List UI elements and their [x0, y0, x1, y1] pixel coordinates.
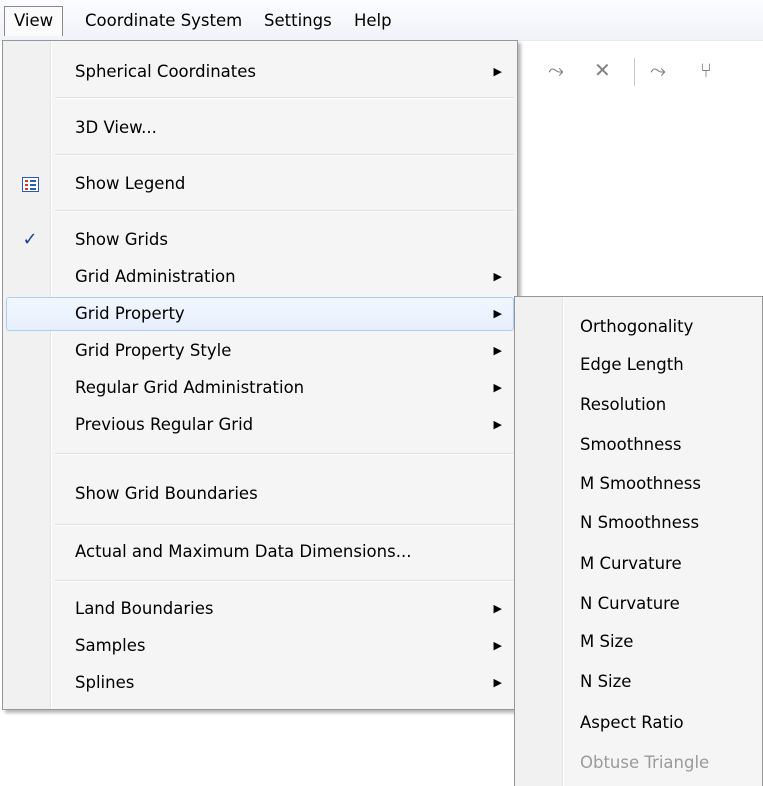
menu-help[interactable]: Help [345, 7, 401, 35]
menu-item-samples[interactable]: Samples ▶ [6, 629, 514, 663]
menu-item-land-boundaries[interactable]: Land Boundaries ▶ [6, 592, 514, 626]
menu-item-label: Previous Regular Grid [75, 415, 254, 434]
menu-item-label: Samples [75, 636, 146, 655]
menu-settings[interactable]: Settings [255, 7, 341, 35]
grid-property-submenu: Orthogonality Edge Length Resolution Smooth… [514, 296, 763, 786]
menu-item-grid-property-style[interactable]: Grid Property Style ▶ [6, 334, 514, 368]
submenu-arrow-icon: ▶ [493, 381, 502, 394]
submenu-item-edge-length[interactable]: Edge Length [518, 348, 759, 382]
submenu-item-label: N Curvature [580, 594, 680, 613]
submenu-item-m-curvature[interactable]: M Curvature [518, 547, 759, 581]
submenu-arrow-icon: ▶ [493, 270, 502, 283]
checkmark-icon: ✓ [22, 229, 38, 250]
menu-coordinate-system[interactable]: Coordinate System [76, 7, 251, 35]
menu-item-label: Splines [75, 673, 135, 692]
submenu-item-label: Obtuse Triangle [580, 753, 710, 772]
submenu-item-label: Orthogonality [580, 317, 694, 336]
submenu-item-orthogonality[interactable]: Orthogonality [518, 310, 759, 344]
submenu-item-label: M Size [580, 632, 634, 651]
submenu-item-label: Resolution [580, 395, 667, 414]
submenu-arrow-icon: ▶ [493, 602, 502, 615]
legend-icon [22, 177, 39, 192]
submenu-item-label: N Size [580, 672, 632, 691]
toolbar: ⤳ ✕ ⤳ ⑂ [520, 48, 763, 108]
submenu-arrow-icon: ▶ [493, 639, 502, 652]
menu-item-show-legend[interactable]: Show Legend [6, 167, 514, 201]
menu-item-actual-max-dimensions[interactable]: Actual and Maximum Data Dimensions... [6, 535, 514, 569]
menu-item-previous-regular-grid[interactable]: Previous Regular Grid ▶ [6, 408, 514, 442]
menu-item-grid-administration[interactable]: Grid Administration ▶ [6, 260, 514, 294]
menu-item-label: Show Grids [75, 230, 168, 249]
menu-separator [55, 97, 514, 99]
delete-node-icon[interactable]: ✕ [594, 58, 611, 82]
menu-item-label: 3D View... [75, 118, 157, 137]
menu-bar: View Coordinate System Settings Help [0, 0, 763, 41]
node-icon[interactable]: ⤳ [548, 58, 564, 82]
submenu-arrow-icon: ▶ [493, 65, 502, 78]
menu-separator [55, 580, 514, 582]
submenu-item-label: Aspect Ratio [580, 713, 684, 732]
menu-view[interactable]: View [4, 6, 64, 36]
menu-separator [55, 453, 514, 455]
submenu-item-n-curvature[interactable]: N Curvature [518, 587, 759, 621]
submenu-item-n-size[interactable]: N Size [518, 665, 759, 699]
node-icon[interactable]: ⤳ [650, 58, 666, 82]
menu-item-show-grid-boundaries[interactable]: Show Grid Boundaries [6, 477, 514, 511]
submenu-item-m-smoothness[interactable]: M Smoothness [518, 467, 759, 501]
menu-separator [55, 210, 514, 212]
menu-item-3d-view[interactable]: 3D View... [6, 111, 514, 145]
menu-item-grid-property[interactable]: Grid Property ▶ [6, 297, 514, 331]
menu-item-label: Land Boundaries [75, 599, 214, 618]
menu-item-label: Spherical Coordinates [75, 62, 256, 81]
menu-item-spherical-coordinates[interactable]: Spherical Coordinates ▶ [6, 55, 514, 89]
submenu-item-label: M Curvature [580, 554, 682, 573]
submenu-item-smoothness[interactable]: Smoothness [518, 428, 759, 462]
submenu-item-obtuse-triangle: Obtuse Triangle [518, 746, 759, 780]
split-node-icon[interactable]: ⑂ [700, 58, 712, 82]
menu-separator [55, 154, 514, 156]
menu-item-label: Actual and Maximum Data Dimensions... [75, 542, 412, 561]
menu-separator [55, 524, 514, 526]
submenu-item-resolution[interactable]: Resolution [518, 388, 759, 422]
submenu-arrow-icon: ▶ [493, 676, 502, 689]
submenu-item-aspect-ratio[interactable]: Aspect Ratio [518, 706, 759, 740]
menu-item-splines[interactable]: Splines ▶ [6, 666, 514, 700]
submenu-item-n-smoothness[interactable]: N Smoothness [518, 506, 759, 540]
submenu-item-label: N Smoothness [580, 513, 700, 532]
submenu-arrow-icon: ▶ [493, 344, 502, 357]
toolbar-separator [634, 58, 635, 86]
menu-item-label: Show Legend [75, 174, 186, 193]
submenu-arrow-icon: ▶ [493, 418, 502, 431]
view-menu: Spherical Coordinates ▶ 3D View... Show … [2, 40, 518, 710]
menu-item-regular-grid-administration[interactable]: Regular Grid Administration ▶ [6, 371, 514, 405]
menu-item-show-grids[interactable]: ✓ Show Grids [6, 223, 514, 257]
menu-item-label: Regular Grid Administration [75, 378, 305, 397]
submenu-item-label: Edge Length [580, 355, 684, 374]
menu-item-label: Grid Property [75, 304, 185, 323]
menu-item-label: Grid Administration [75, 267, 236, 286]
submenu-item-label: M Smoothness [580, 474, 701, 493]
menu-item-label: Grid Property Style [75, 341, 232, 360]
submenu-item-m-size[interactable]: M Size [518, 625, 759, 659]
menu-item-label: Show Grid Boundaries [75, 484, 258, 503]
submenu-item-label: Smoothness [580, 435, 682, 454]
submenu-arrow-icon: ▶ [493, 307, 502, 320]
